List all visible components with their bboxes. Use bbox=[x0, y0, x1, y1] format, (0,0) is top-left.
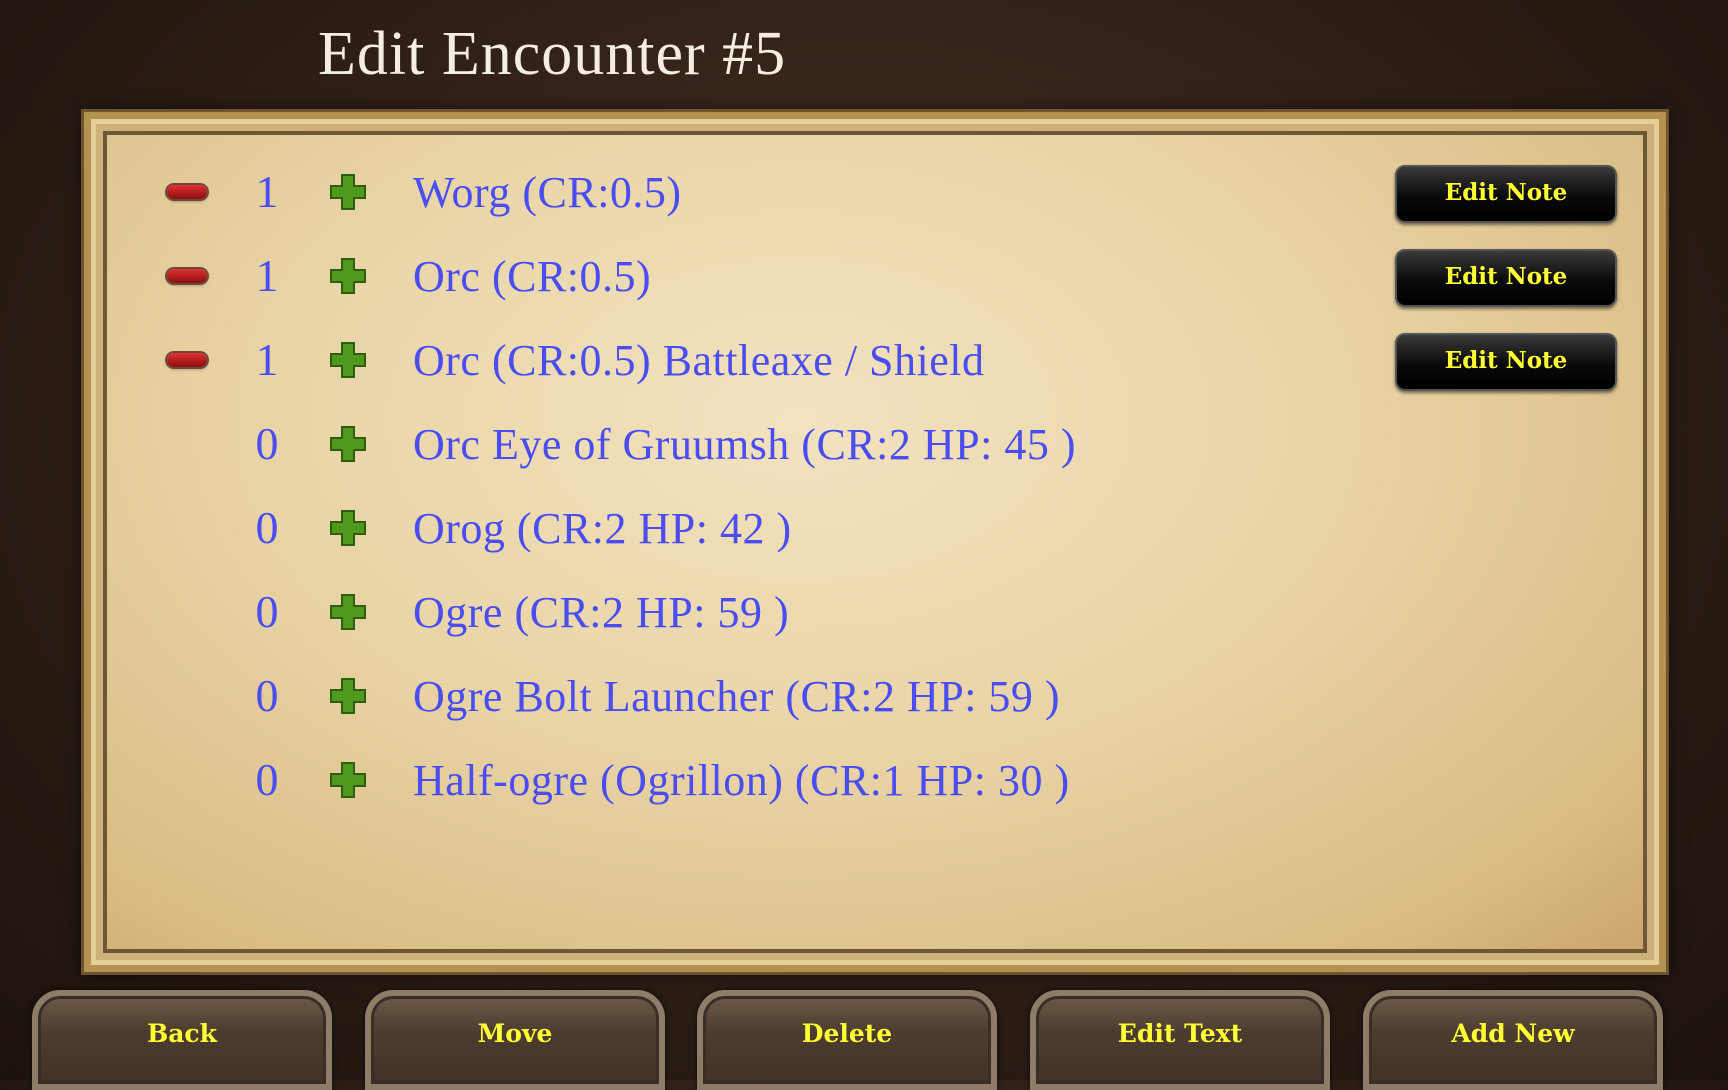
list-item: 0 Half-ogre (Ogrillon) (CR:1 HP: 30 ) bbox=[107, 741, 1643, 825]
creature-count: 0 bbox=[255, 502, 279, 553]
list-item: 1 Orc (CR:0.5) Edit Note bbox=[107, 237, 1643, 321]
minus-icon[interactable] bbox=[167, 353, 207, 367]
creature-name[interactable]: Worg (CR:0.5) bbox=[413, 167, 682, 218]
plus-icon[interactable] bbox=[329, 173, 367, 211]
encounter-frame: 1 Worg (CR:0.5) Edit Note 1 Orc (CR:0.5)… bbox=[84, 112, 1666, 972]
list-item: 1 Worg (CR:0.5) Edit Note bbox=[107, 153, 1643, 237]
list-item: 0 Ogre (CR:2 HP: 59 ) bbox=[107, 573, 1643, 657]
page-title: Edit Encounter #5 bbox=[318, 20, 787, 88]
creature-count: 0 bbox=[255, 586, 279, 637]
list-item: 0 Orog (CR:2 HP: 42 ) bbox=[107, 489, 1643, 573]
plus-icon[interactable] bbox=[329, 257, 367, 295]
encounter-list: 1 Worg (CR:0.5) Edit Note 1 Orc (CR:0.5)… bbox=[103, 131, 1647, 953]
plus-icon[interactable] bbox=[329, 341, 367, 379]
plus-icon[interactable] bbox=[329, 509, 367, 547]
creature-name[interactable]: Orc (CR:0.5) Battleaxe / Shield bbox=[413, 335, 985, 386]
creature-name[interactable]: Ogre (CR:2 HP: 59 ) bbox=[413, 587, 789, 638]
list-item: 0 Ogre Bolt Launcher (CR:2 HP: 59 ) bbox=[107, 657, 1643, 741]
creature-name[interactable]: Half-ogre (Ogrillon) (CR:1 HP: 30 ) bbox=[413, 755, 1070, 806]
creature-count: 1 bbox=[255, 250, 279, 301]
creature-count: 0 bbox=[255, 754, 279, 805]
delete-button[interactable]: Delete bbox=[697, 990, 997, 1090]
minus-icon[interactable] bbox=[167, 269, 207, 283]
bottom-toolbar: Back Move Delete Edit Text Add New bbox=[0, 990, 1728, 1090]
edit-note-button[interactable]: Edit Note bbox=[1395, 165, 1617, 223]
creature-name[interactable]: Orc (CR:0.5) bbox=[413, 251, 651, 302]
back-button[interactable]: Back bbox=[32, 990, 332, 1090]
list-item: 0 Orc Eye of Gruumsh (CR:2 HP: 45 ) bbox=[107, 405, 1643, 489]
list-item: 1 Orc (CR:0.5) Battleaxe / Shield Edit N… bbox=[107, 321, 1643, 405]
plus-icon[interactable] bbox=[329, 593, 367, 631]
edit-text-button[interactable]: Edit Text bbox=[1030, 990, 1330, 1090]
creature-name[interactable]: Ogre Bolt Launcher (CR:2 HP: 59 ) bbox=[413, 671, 1060, 722]
plus-icon[interactable] bbox=[329, 677, 367, 715]
creature-name[interactable]: Orog (CR:2 HP: 42 ) bbox=[413, 503, 792, 554]
minus-icon[interactable] bbox=[167, 185, 207, 199]
creature-count: 1 bbox=[255, 166, 279, 217]
add-new-button[interactable]: Add New bbox=[1363, 990, 1663, 1090]
move-button[interactable]: Move bbox=[365, 990, 665, 1090]
edit-note-button[interactable]: Edit Note bbox=[1395, 249, 1617, 307]
edit-note-button[interactable]: Edit Note bbox=[1395, 333, 1617, 391]
creature-name[interactable]: Orc Eye of Gruumsh (CR:2 HP: 45 ) bbox=[413, 419, 1076, 470]
plus-icon[interactable] bbox=[329, 425, 367, 463]
plus-icon[interactable] bbox=[329, 761, 367, 799]
creature-count: 0 bbox=[255, 418, 279, 469]
creature-count: 0 bbox=[255, 670, 279, 721]
creature-count: 1 bbox=[255, 334, 279, 385]
